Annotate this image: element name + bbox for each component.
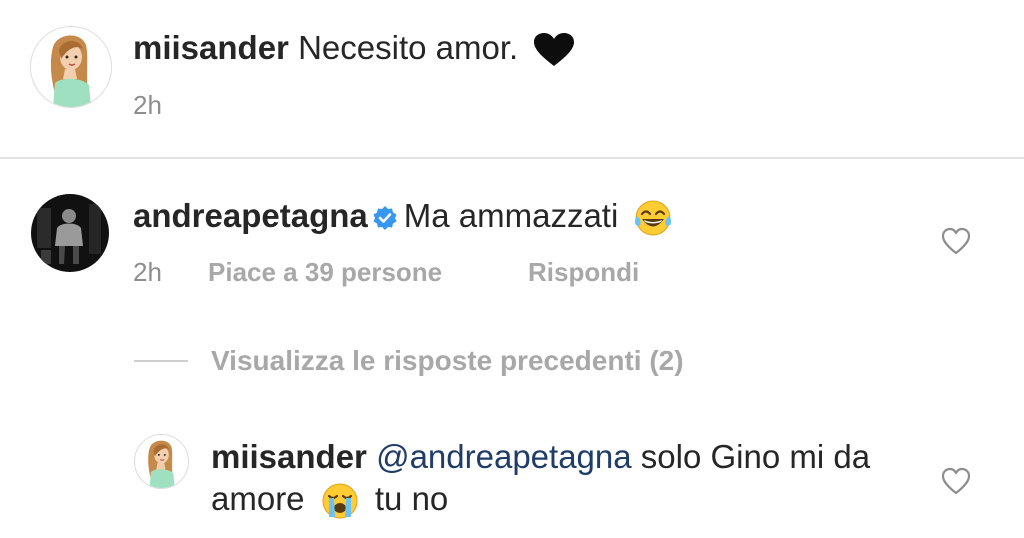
caption-username[interactable]: miisander <box>133 29 289 66</box>
view-replies-line <box>134 360 188 362</box>
comment-likes-link[interactable]: Piace a 39 persone <box>208 256 442 288</box>
comment-avatar[interactable] <box>31 194 109 272</box>
reply-line: miisander @andreapetagna solo Gino mi da… <box>211 436 891 521</box>
black-heart-icon <box>533 32 575 68</box>
caption-time: 2h <box>133 90 162 120</box>
section-divider <box>0 157 1024 159</box>
comment-username[interactable]: andreapetagna <box>133 197 368 234</box>
comment-text: Ma ammazzati <box>403 197 619 234</box>
caption-text: Necesito amor. <box>298 29 519 66</box>
reply-avatar[interactable] <box>134 434 189 489</box>
like-heart-icon[interactable] <box>941 227 971 255</box>
reply-like-heart-icon[interactable] <box>941 467 971 495</box>
tears-of-joy-icon <box>633 198 673 238</box>
reply-button[interactable]: Rispondi <box>528 256 639 288</box>
comments-screen: miisander Necesito amor. 2h andreapetagn… <box>0 0 1024 538</box>
caption-line: miisander Necesito amor. <box>133 28 575 68</box>
loudly-crying-icon <box>320 481 360 521</box>
view-previous-replies-button[interactable]: Visualizza le risposte precedenti (2) <box>211 344 684 378</box>
reply-username[interactable]: miisander <box>211 438 367 475</box>
illustrated-girl-avatar-image <box>31 27 111 107</box>
profile-photo-image <box>31 194 109 272</box>
comment-line: andreapetagna Ma ammazzati <box>133 196 673 238</box>
verified-badge-icon <box>372 205 398 231</box>
mention-link[interactable]: @andreapetagna <box>376 438 632 475</box>
reply-text-end: tu no <box>374 480 449 517</box>
caption-avatar[interactable] <box>30 26 112 108</box>
illustrated-girl-avatar-image <box>135 435 188 488</box>
comment-time: 2h <box>133 257 162 287</box>
